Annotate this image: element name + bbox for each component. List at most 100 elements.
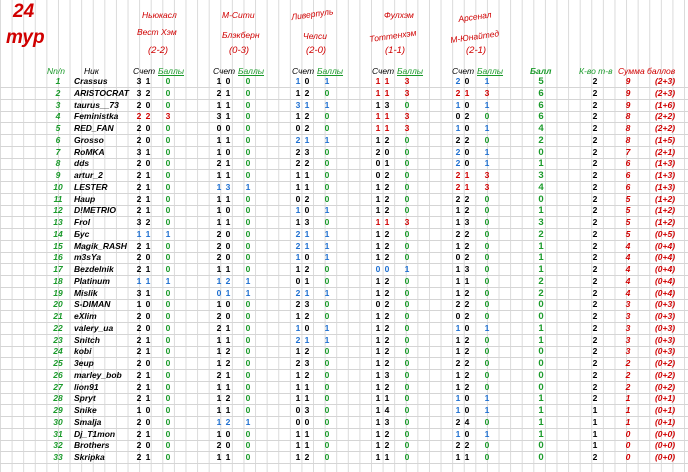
pred-points: 0	[484, 334, 490, 345]
pred-away-goals: 1	[304, 275, 310, 286]
pred-home-goals: 2	[375, 146, 381, 157]
pred-points: 0	[245, 264, 251, 274]
pred-home-goals: 1	[455, 381, 461, 392]
pred-away-goals: 2	[304, 264, 310, 274]
sum-cell: 1	[625, 393, 631, 404]
bonus-cell: (0+5)	[654, 228, 676, 239]
pred-away-goals: 0	[225, 252, 231, 263]
table-row: 4 Feministka 2 2 3 3 1 0 1 2 0 1 1 3 0 2 0 6 2 8 (2+2)	[0, 111, 688, 124]
pred-points: 1	[484, 99, 490, 110]
pred-away-goals: 0	[225, 311, 231, 321]
table-row: 2 ARISTOCRAT 3 2 0 2 1 0 1 2 0 1 1 3 2 1 3 6 2 9 (2+3)	[0, 88, 688, 100]
pred-home-goals: 0	[295, 416, 301, 427]
pred-away-goals: 0	[225, 299, 231, 310]
pred-away-goals: 2	[384, 275, 390, 286]
header-num: Nn/n	[47, 66, 65, 76]
pred-points: 0	[484, 287, 490, 298]
tour-number: 24	[13, 1, 35, 22]
pred-points: 0	[245, 228, 251, 239]
nick-cell: marley_bob	[74, 369, 122, 380]
count-cell: 2	[592, 240, 598, 251]
pred-away-goals: 1	[145, 193, 151, 204]
pred-home-goals: 2	[455, 146, 461, 157]
pred-away-goals: 0	[225, 228, 231, 239]
pred-home-goals: 0	[375, 299, 381, 310]
pred-points: 0	[165, 334, 171, 345]
pred-away-goals: 1	[225, 193, 231, 204]
sum-cell: 3	[625, 311, 631, 321]
pred-away-goals: 1	[145, 240, 151, 251]
pred-away-goals: 1	[464, 452, 470, 462]
pred-away-goals: 1	[145, 181, 151, 192]
pred-home-goals: 1	[216, 205, 222, 216]
table-row: 19 Mislik 3 1 0 0 1 1 2 1 1 1 2 0 1 2 0 2 2 4 (0+4)	[0, 288, 688, 300]
pred-away-goals: 1	[225, 158, 231, 169]
pred-home-goals: 0	[216, 287, 222, 298]
pred-points: 0	[245, 87, 251, 98]
pred-home-goals: 2	[136, 358, 142, 368]
bonus-cell: (1+2)	[654, 193, 676, 204]
pred-points: 1	[324, 334, 330, 345]
pred-home-goals: 2	[136, 452, 142, 462]
pred-points: 0	[245, 393, 251, 404]
pred-away-goals: 2	[304, 111, 310, 122]
table-row: 25 3eup 2 0 0 1 2 0 2 3 0 1 2 0 2 2 0 0 2 2 (0+2)	[0, 358, 688, 371]
bonus-cell: (0+1)	[654, 405, 676, 415]
pred-home-goals: 1	[216, 428, 222, 439]
match-2-away: Блэкберн	[222, 30, 260, 40]
pred-points: 1	[404, 264, 410, 274]
total-points-cell: 0	[538, 440, 544, 452]
pred-points: 1	[165, 228, 171, 239]
pred-points: 3	[404, 87, 410, 98]
pred-home-goals: 1	[375, 193, 381, 204]
pred-away-goals: 0	[464, 322, 470, 333]
pred-points: 1	[324, 252, 330, 263]
nick-cell: Brothers	[74, 440, 110, 451]
sum-cell: 4	[625, 264, 631, 274]
pred-home-goals: 2	[216, 440, 222, 451]
pred-points: 0	[165, 158, 171, 169]
count-cell: 2	[592, 99, 598, 110]
nick-cell: D!METRIO	[74, 205, 117, 216]
pred-points: 0	[165, 205, 171, 216]
pred-points: 0	[245, 252, 251, 263]
pred-points: 0	[245, 134, 251, 145]
pred-points: 0	[404, 252, 410, 263]
pred-away-goals: 1	[304, 393, 310, 404]
pred-home-goals: 1	[295, 381, 301, 392]
nick-cell: Snike	[74, 405, 97, 415]
pred-home-goals: 1	[375, 87, 381, 98]
pred-points: 0	[484, 452, 490, 462]
pred-home-goals: 2	[216, 311, 222, 321]
pred-away-goals: 2	[464, 381, 470, 392]
pred-home-goals: 1	[216, 393, 222, 404]
pred-points: 0	[245, 170, 251, 180]
match-3-away: Челси	[303, 31, 327, 41]
pred-points: 0	[404, 299, 410, 310]
pred-away-goals: 0	[384, 146, 390, 157]
pred-away-goals: 0	[145, 440, 151, 451]
pred-points: 0	[165, 123, 171, 133]
pred-home-goals: 1	[375, 123, 381, 133]
sum-cell: 7	[625, 146, 631, 157]
pred-home-goals: 1	[295, 205, 301, 216]
row-number: 9	[55, 170, 61, 180]
nick-cell: Magik_RASH	[74, 240, 127, 251]
total-points-cell: 0	[538, 299, 544, 311]
pred-away-goals: 2	[304, 193, 310, 204]
match-4-away: Тоттенхэм	[368, 27, 417, 44]
pred-home-goals: 2	[136, 369, 142, 380]
sum-cell: 8	[625, 123, 631, 133]
pred-points: 0	[165, 346, 171, 357]
nick-cell: 3eup	[74, 358, 94, 368]
pred-away-goals: 1	[145, 346, 151, 357]
pred-away-goals: 3	[304, 358, 310, 368]
pred-points: 0	[404, 334, 410, 345]
pred-home-goals: 1	[375, 393, 381, 404]
row-number: 26	[53, 369, 63, 380]
pred-points: 0	[165, 428, 171, 439]
pred-away-goals: 2	[464, 205, 470, 216]
pred-points: 1	[484, 322, 490, 333]
pred-home-goals: 1	[455, 322, 461, 333]
row-number: 19	[53, 287, 63, 298]
